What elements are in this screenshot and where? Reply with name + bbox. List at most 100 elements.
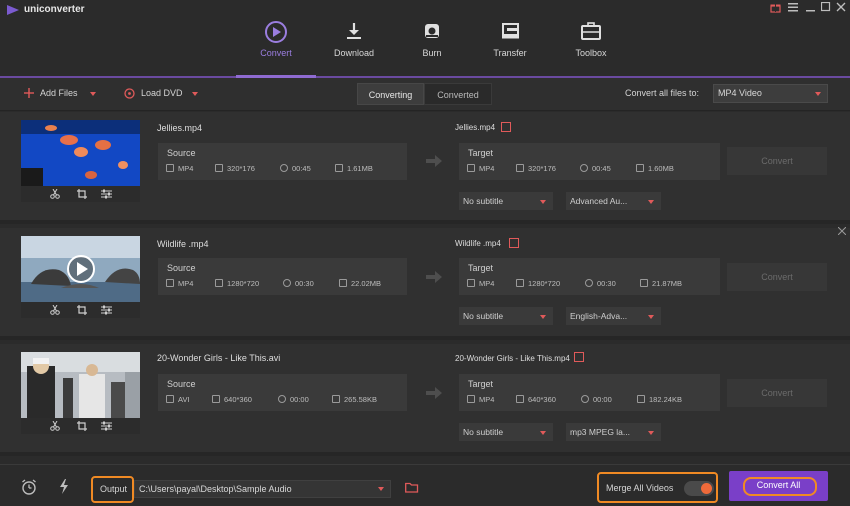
tab-toolbox-label: Toolbox (575, 48, 607, 58)
lightning-icon[interactable] (59, 479, 69, 494)
target-info-panel[interactable]: Target MP4 320*176 00:45 1.60MB (459, 143, 720, 180)
load-dvd-button[interactable]: Load DVD (124, 87, 204, 101)
transfer-icon (501, 22, 521, 40)
gift-icon[interactable] (770, 2, 781, 13)
resolution-icon (215, 279, 223, 287)
clock-icon (278, 395, 286, 403)
convert-button[interactable]: Convert (727, 263, 827, 291)
resolution-icon (516, 279, 524, 287)
tab-converted[interactable]: Converted (424, 83, 492, 105)
effects-icon[interactable] (101, 305, 112, 315)
source-format: MP4 (178, 279, 194, 288)
source-resolution: 640*360 (224, 395, 252, 404)
subtitle-select[interactable]: No subtitle (459, 307, 553, 325)
resolution-icon (215, 164, 223, 172)
target-duration: 00:30 (597, 279, 616, 288)
tab-converting[interactable]: Converting (357, 83, 424, 105)
add-files-label: Add Files (40, 88, 78, 98)
output-path-value: C:\Users\payal\Desktop\Sample Audio (139, 484, 292, 494)
effects-icon[interactable] (101, 421, 112, 431)
folder-icon (637, 395, 645, 403)
chevron-down-icon (648, 431, 654, 435)
chevron-down-icon (815, 92, 821, 96)
add-files-button[interactable]: Add Files (24, 87, 99, 101)
subtitle-select[interactable]: No subtitle (459, 192, 553, 210)
minimize-icon[interactable] (806, 3, 816, 13)
arrow-right-icon (426, 155, 442, 167)
tab-toolbox[interactable]: Toolbox (551, 18, 631, 74)
film-icon (166, 279, 174, 287)
alarm-clock-icon[interactable] (21, 479, 37, 495)
subtitle-value: No subtitle (463, 311, 504, 321)
crop-icon[interactable] (77, 189, 87, 199)
tab-convert-label: Convert (260, 48, 292, 58)
edit-icon[interactable] (509, 238, 519, 248)
video-thumbnail[interactable] (21, 120, 140, 186)
source-file-name: 20-Wonder Girls - Like This.avi (157, 353, 281, 363)
thumbnail-tools (21, 302, 140, 318)
target-size: 1.60MB (648, 164, 674, 173)
source-resolution: 320*176 (227, 164, 255, 173)
source-file-name: Wildlife .mp4 (157, 239, 209, 249)
target-size: 21.87MB (652, 279, 683, 288)
video-thumbnail[interactable] (21, 236, 140, 302)
chevron-down-icon (648, 315, 654, 319)
audio-track-value: mp3 MPEG la... (570, 427, 630, 437)
target-file-name: Wildlife .mp4 (455, 239, 501, 248)
film-icon (467, 279, 475, 287)
film-icon (467, 164, 475, 172)
tab-convert[interactable]: Convert (236, 18, 316, 74)
scissors-icon[interactable] (50, 189, 60, 199)
menu-icon[interactable] (788, 3, 798, 12)
chevron-down-icon (648, 200, 654, 204)
file-row: Wildlife .mp4 Source MP4 1280*720 00:30 … (0, 227, 850, 340)
film-icon (467, 395, 475, 403)
edit-icon[interactable] (501, 122, 511, 132)
title-bar: uniconverter Convert Download Burn Trans… (0, 0, 850, 76)
target-info-panel[interactable]: Target MP4 1280*720 00:30 21.87MB (459, 258, 720, 295)
toolbox-icon (581, 22, 601, 40)
audio-track-select[interactable]: mp3 MPEG la... (566, 423, 661, 441)
tab-transfer[interactable]: Transfer (470, 18, 550, 74)
merge-toggle[interactable] (684, 481, 714, 496)
source-size: 22.02MB (351, 279, 382, 288)
crop-icon[interactable] (77, 305, 87, 315)
maximize-icon[interactable] (821, 2, 831, 12)
close-icon[interactable] (836, 2, 846, 12)
crop-icon[interactable] (77, 421, 87, 431)
chevron-down-icon (540, 431, 546, 435)
arrow-right-icon (426, 387, 442, 399)
convert-all-button[interactable]: Convert All (729, 471, 828, 501)
convert-button[interactable]: Convert (727, 379, 827, 407)
tab-burn[interactable]: Burn (392, 18, 472, 74)
chevron-down-icon (540, 315, 546, 319)
source-title: Source (167, 379, 196, 389)
output-path-select[interactable]: C:\Users\payal\Desktop\Sample Audio (134, 480, 391, 498)
tab-download[interactable]: Download (314, 18, 394, 74)
scissors-icon[interactable] (50, 305, 60, 315)
edit-icon[interactable] (574, 352, 584, 362)
remove-file-icon[interactable] (838, 227, 846, 235)
source-info-panel: Source MP4 320*176 00:45 1.61MB (158, 143, 407, 180)
clock-icon (585, 279, 593, 287)
scissors-icon[interactable] (50, 421, 60, 431)
output-label[interactable]: Output (100, 484, 127, 494)
source-size: 265.58KB (344, 395, 377, 404)
output-format-value: MP4 Video (718, 88, 762, 98)
folder-open-icon[interactable] (405, 482, 419, 493)
audio-track-select[interactable]: English-Adva... (566, 307, 661, 325)
app-name: uniconverter (24, 4, 85, 15)
convert-button[interactable]: Convert (727, 147, 827, 175)
output-format-select[interactable]: MP4 Video (713, 84, 828, 103)
effects-icon[interactable] (101, 189, 112, 199)
toggle-knob (701, 483, 712, 494)
video-thumbnail[interactable] (21, 352, 140, 418)
audio-track-select[interactable]: Advanced Au... (566, 192, 661, 210)
source-size: 1.61MB (347, 164, 373, 173)
target-format: MP4 (479, 279, 495, 288)
chevron-down-icon (192, 92, 198, 96)
subtitle-select[interactable]: No subtitle (459, 423, 553, 441)
dvd-icon (124, 88, 135, 99)
target-info-panel[interactable]: Target MP4 640*360 00:00 182.24KB (459, 374, 720, 411)
file-row: Jellies.mp4 Source MP4 320*176 00:45 1.6… (0, 112, 850, 224)
